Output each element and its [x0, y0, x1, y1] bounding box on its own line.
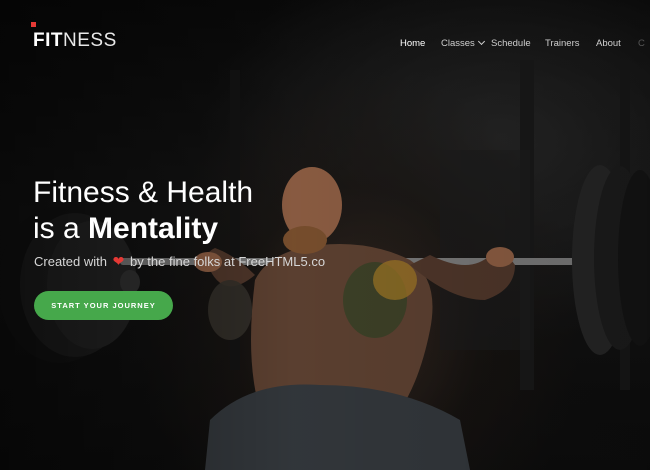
start-journey-button[interactable]: START YOUR JOURNEY [34, 291, 173, 320]
nav-item-schedule[interactable]: Schedule [491, 38, 531, 50]
nav-item-trainers[interactable]: Trainers [545, 38, 580, 50]
hero-headline-emphasis: Mentality [88, 212, 219, 245]
hero-tagline: Created with ❤ by the fine folks at Free… [34, 253, 325, 270]
chevron-down-icon [477, 37, 485, 46]
hero-headline-prefix: is a [33, 212, 89, 245]
hero-headline: Fitness & Health is a Mentality [33, 175, 253, 247]
nav-item-contact-partial[interactable]: C [638, 38, 645, 50]
tagline-suffix: by the fine folks at FreeHTML5.co [129, 254, 326, 269]
nav-item-classes[interactable]: Classes [441, 37, 485, 50]
tagline-prefix: Created with [34, 254, 107, 269]
logo-accent-mark [31, 22, 36, 27]
heart-icon: ❤ [112, 253, 125, 269]
hero-headline-line2: is a Mentality [33, 211, 253, 247]
nav-item-about[interactable]: About [596, 38, 621, 50]
hero-section: FITNESS Home Classes Schedule Trainers A… [0, 0, 650, 470]
main-nav: Home Classes Schedule Trainers About C [0, 37, 650, 52]
nav-item-home[interactable]: Home [400, 38, 425, 50]
nav-item-classes-label: Classes [441, 38, 475, 49]
hero-headline-line1: Fitness & Health [33, 176, 254, 209]
